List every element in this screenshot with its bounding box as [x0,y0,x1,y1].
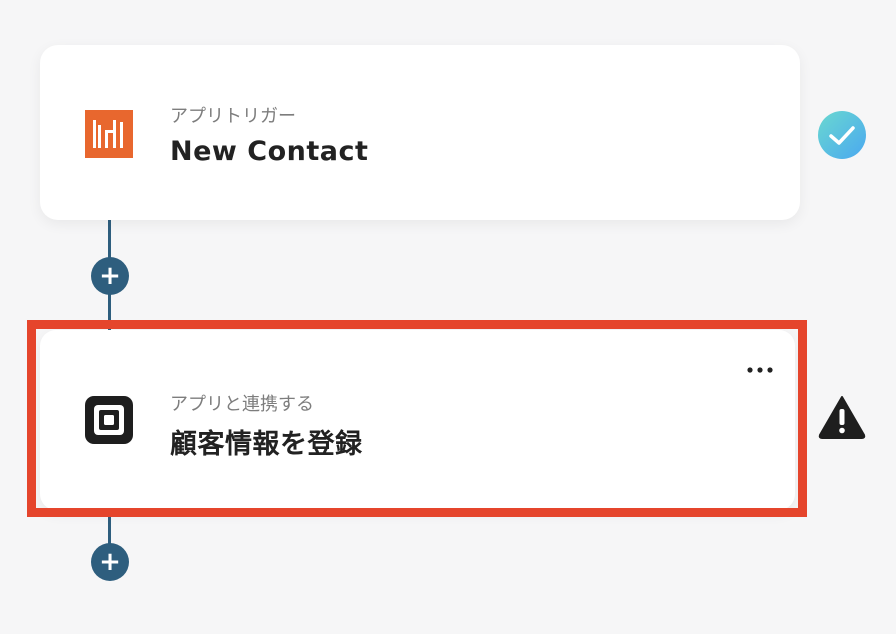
add-step-button[interactable]: + [91,257,129,295]
add-step-button[interactable]: + [91,543,129,581]
step-subtitle: アプリと連携する [170,394,314,415]
square-logo-icon [85,396,133,444]
more-options-icon[interactable] [740,356,780,384]
trigger-step-card[interactable] [40,45,800,220]
action-step-card[interactable] [40,330,795,510]
app-logo-icon [85,110,133,158]
warning-icon [818,396,866,439]
step-subtitle: アプリトリガー [170,106,296,127]
step-title: 顧客情報を登録 [170,429,363,460]
step-title: New Contact [170,136,369,167]
check-icon [818,111,866,159]
